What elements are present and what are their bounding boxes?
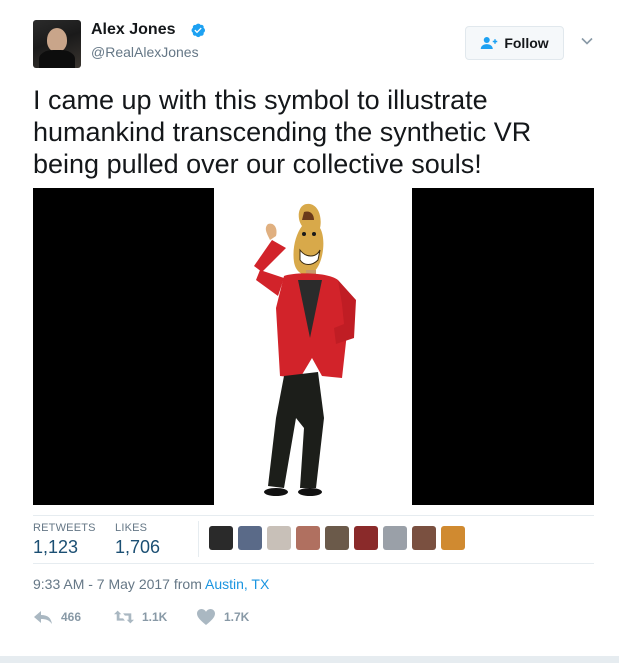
location-link[interactable]: Austin, TX <box>205 576 269 592</box>
verified-badge-icon <box>191 23 205 38</box>
liker-avatar[interactable] <box>267 526 291 550</box>
follow-label: Follow <box>504 35 549 51</box>
tweet-text: I came up with this symbol to illustrate… <box>33 85 532 179</box>
liker-avatar[interactable] <box>441 526 465 550</box>
divider <box>198 521 199 557</box>
like-action[interactable]: 1.7K <box>196 608 249 626</box>
time-date: 9:33 AM - 7 May 2017 from <box>33 576 205 592</box>
liker-avatar[interactable] <box>325 526 349 550</box>
liker-avatar[interactable] <box>412 526 436 550</box>
divider <box>33 563 594 564</box>
likes-label: LIKES <box>115 522 148 534</box>
follow-person-plus-icon <box>481 37 498 49</box>
bottom-border <box>0 656 619 663</box>
tweet-timestamp: 9:33 AM - 7 May 2017 from Austin, TX <box>33 576 269 592</box>
liker-avatar[interactable] <box>238 526 262 550</box>
author-avatar[interactable] <box>33 20 81 68</box>
retweets-label: RETWEETS <box>33 522 96 534</box>
retweet-icon <box>114 610 134 624</box>
liker-avatar[interactable] <box>383 526 407 550</box>
reply-count: 466 <box>61 610 82 624</box>
liker-avatars <box>209 526 465 550</box>
likes-count[interactable]: 1,706 <box>115 537 160 558</box>
retweets-count[interactable]: 1,123 <box>33 537 78 558</box>
dancing-figure-image <box>254 203 356 496</box>
heart-icon <box>197 609 215 625</box>
author-name[interactable]: Alex Jones <box>91 21 175 39</box>
tweet-card: Alex Jones @RealAlexJones Follow I came … <box>0 0 619 663</box>
chevron-down-icon[interactable] <box>580 34 594 48</box>
author-handle[interactable]: @RealAlexJones <box>91 44 199 60</box>
reply-icon <box>34 611 52 624</box>
tweet-media[interactable] <box>33 188 594 505</box>
liker-avatar[interactable] <box>296 526 320 550</box>
retweet-action[interactable]: 1.1K <box>114 608 167 626</box>
follow-button[interactable]: Follow <box>465 26 564 60</box>
divider <box>33 515 594 516</box>
liker-avatar[interactable] <box>209 526 233 550</box>
reply-action[interactable]: 466 <box>33 608 81 626</box>
retweet-count: 1.1K <box>142 610 168 624</box>
media-image <box>214 188 412 505</box>
liker-avatar[interactable] <box>354 526 378 550</box>
like-count: 1.7K <box>224 610 250 624</box>
